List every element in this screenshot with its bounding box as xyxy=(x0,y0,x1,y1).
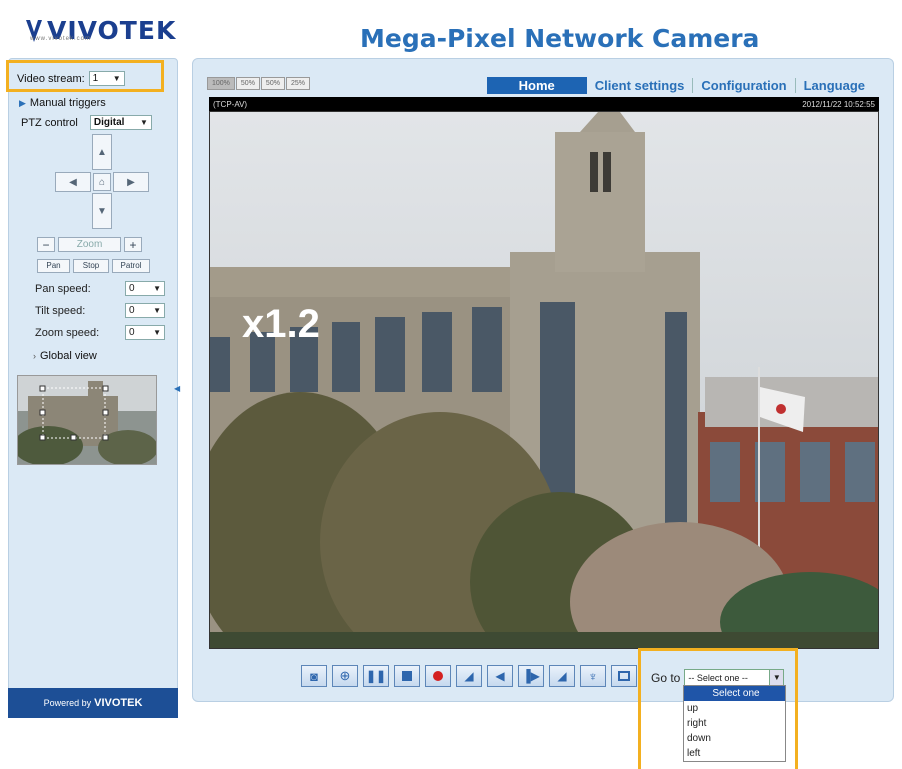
video-stream-highlight xyxy=(6,60,164,92)
ptz-up-button[interactable]: ▲ xyxy=(92,134,112,170)
patrol-button[interactable]: Patrol xyxy=(112,259,150,273)
talk-button[interactable]: ▐▶ xyxy=(518,665,544,687)
zoom-in-button[interactable]: + xyxy=(124,237,142,252)
pan-speed-value: 0 xyxy=(129,283,135,294)
global-view-toggle[interactable]: › Global view xyxy=(33,350,97,362)
snapshot-button[interactable]: ◙ xyxy=(301,665,327,687)
mic-volume-button[interactable]: ◢ xyxy=(549,665,575,687)
sidebar: Video stream: 1 ▼ ▶ Manual triggers PTZ … xyxy=(8,58,178,718)
size-100-button[interactable]: 100% xyxy=(207,77,235,90)
pause-icon: ❚❚ xyxy=(365,669,387,683)
chevron-down-icon: ▼ xyxy=(153,328,161,337)
mic-button[interactable]: ♆ xyxy=(580,665,606,687)
manual-triggers-toggle[interactable]: ▶ Manual triggers xyxy=(19,97,106,109)
ptz-control-value: Digital xyxy=(93,117,125,128)
stop-icon xyxy=(402,671,412,681)
talk-icon: ▐▶ xyxy=(522,669,540,683)
ptz-control-select[interactable]: Digital ▼ xyxy=(89,115,152,130)
fullscreen-button[interactable] xyxy=(611,665,637,687)
pan-speed-select[interactable]: 0 ▼ xyxy=(125,281,165,296)
zoom-row: − Zoom + xyxy=(37,237,142,252)
record-button[interactable] xyxy=(425,665,451,687)
ptz-home-button[interactable]: ⌂ xyxy=(93,173,111,191)
mute-icon: ◀ xyxy=(495,669,505,683)
global-view-label: Global view xyxy=(40,350,97,362)
nav-home[interactable]: Home xyxy=(486,77,587,94)
powered-by-brand: VIVOTEK xyxy=(94,697,143,709)
ptz-control-label: PTZ control xyxy=(21,116,78,129)
minus-icon: − xyxy=(42,237,50,252)
digital-zoom-button[interactable]: ⊕ xyxy=(332,665,358,687)
collapse-sidebar-icon[interactable]: ◀ xyxy=(174,384,180,393)
global-view-thumbnail[interactable] xyxy=(17,375,157,465)
video-header: (TCP-AV) 2012/11/22 10:52:55 xyxy=(209,97,879,111)
mic-volume-icon: ◢ xyxy=(557,669,567,683)
chevron-down-icon: ▼ xyxy=(153,284,161,293)
record-icon xyxy=(433,671,443,681)
video-protocol: (TCP-AV) xyxy=(213,99,248,109)
arrow-down-icon: ▼ xyxy=(97,205,107,217)
chevron-down-icon: ▼ xyxy=(153,306,161,315)
nav-client-settings[interactable]: Client settings xyxy=(587,78,693,93)
zoom-speed-select[interactable]: 0 ▼ xyxy=(125,325,165,340)
ptz-down-button[interactable]: ▼ xyxy=(92,193,112,229)
zoom-speed-label: Zoom speed: xyxy=(35,326,100,339)
powered-by-label: Powered by xyxy=(43,698,92,708)
pause-button[interactable]: ❚❚ xyxy=(363,665,389,687)
digital-zoom-icon: ⊕ xyxy=(339,668,351,683)
arrow-up-icon: ▲ xyxy=(97,146,107,158)
top-nav: Home Client settings Configuration Langu… xyxy=(486,77,873,94)
mute-button[interactable]: ◀ xyxy=(487,665,513,687)
page-title: Mega-Pixel Network Camera xyxy=(360,24,760,53)
pan-speed-row: Pan speed: 0 ▼ xyxy=(35,281,165,296)
tilt-speed-select[interactable]: 0 ▼ xyxy=(125,303,165,318)
logo-subtext: www.vivotek.com xyxy=(30,36,92,42)
arrow-left-icon: ◀ xyxy=(69,176,77,188)
size-50-button[interactable]: 50% xyxy=(235,77,260,90)
mic-icon: ♆ xyxy=(588,668,598,684)
ptz-right-button[interactable]: ▶ xyxy=(113,172,149,192)
tilt-speed-row: Tilt speed: 0 ▼ xyxy=(35,303,165,318)
expand-arrow-icon: ▶ xyxy=(19,97,26,108)
ptz-control-row: PTZ control Digital ▼ xyxy=(21,115,152,130)
video-control-bar: ◙ ⊕ ❚❚ ◢ ◀ ▐▶ ◢ ♆ xyxy=(301,665,637,687)
nav-language[interactable]: Language xyxy=(794,78,873,93)
snapshot-icon: ◙ xyxy=(310,668,318,684)
home-icon: ⌂ xyxy=(98,176,106,188)
zoom-out-button[interactable]: − xyxy=(37,237,55,252)
pan-button[interactable]: Pan xyxy=(37,259,70,273)
size-25-button[interactable]: 25% xyxy=(285,77,310,90)
volume-icon: ◢ xyxy=(464,669,474,683)
goto-highlight xyxy=(638,648,798,769)
stop-video-button[interactable] xyxy=(394,665,420,687)
digital-zoom-factor: x1.2 xyxy=(242,302,320,346)
tilt-speed-label: Tilt speed: xyxy=(35,304,86,317)
main-panel: 100% 50% 50% 25% Home Client settings Co… xyxy=(192,58,894,702)
zoom-label: Zoom xyxy=(58,237,121,252)
fullscreen-icon xyxy=(618,671,630,681)
live-video[interactable]: x1.2 xyxy=(209,111,879,649)
chevron-down-icon: ▼ xyxy=(139,118,148,127)
ptz-direction-pad: ▲ ▼ ◀ ▶ ⌂ xyxy=(55,134,150,229)
global-view-image xyxy=(18,376,156,464)
volume-button[interactable]: ◢ xyxy=(456,665,482,687)
zoom-speed-row: Zoom speed: 0 ▼ xyxy=(35,325,165,340)
tilt-speed-value: 0 xyxy=(129,305,135,316)
video-timestamp: 2012/11/22 10:52:55 xyxy=(802,99,875,109)
stop-button[interactable]: Stop xyxy=(73,259,109,273)
zoom-speed-value: 0 xyxy=(129,327,135,338)
plus-icon: + xyxy=(129,237,137,252)
pan-speed-label: Pan speed: xyxy=(35,282,91,295)
arrow-right-icon: ▶ xyxy=(127,176,135,188)
nav-configuration[interactable]: Configuration xyxy=(692,78,794,93)
ptz-left-button[interactable]: ◀ xyxy=(55,172,91,192)
size-50b-button[interactable]: 50% xyxy=(260,77,285,90)
chevron-right-icon: › xyxy=(33,351,36,361)
camera-image xyxy=(210,112,878,648)
view-size-buttons: 100% 50% 50% 25% xyxy=(207,77,310,90)
manual-triggers-label: Manual triggers xyxy=(29,97,106,109)
powered-by-footer: Powered by VIVOTEK xyxy=(8,688,178,718)
pan-stop-patrol-row: Pan Stop Patrol xyxy=(37,259,150,273)
